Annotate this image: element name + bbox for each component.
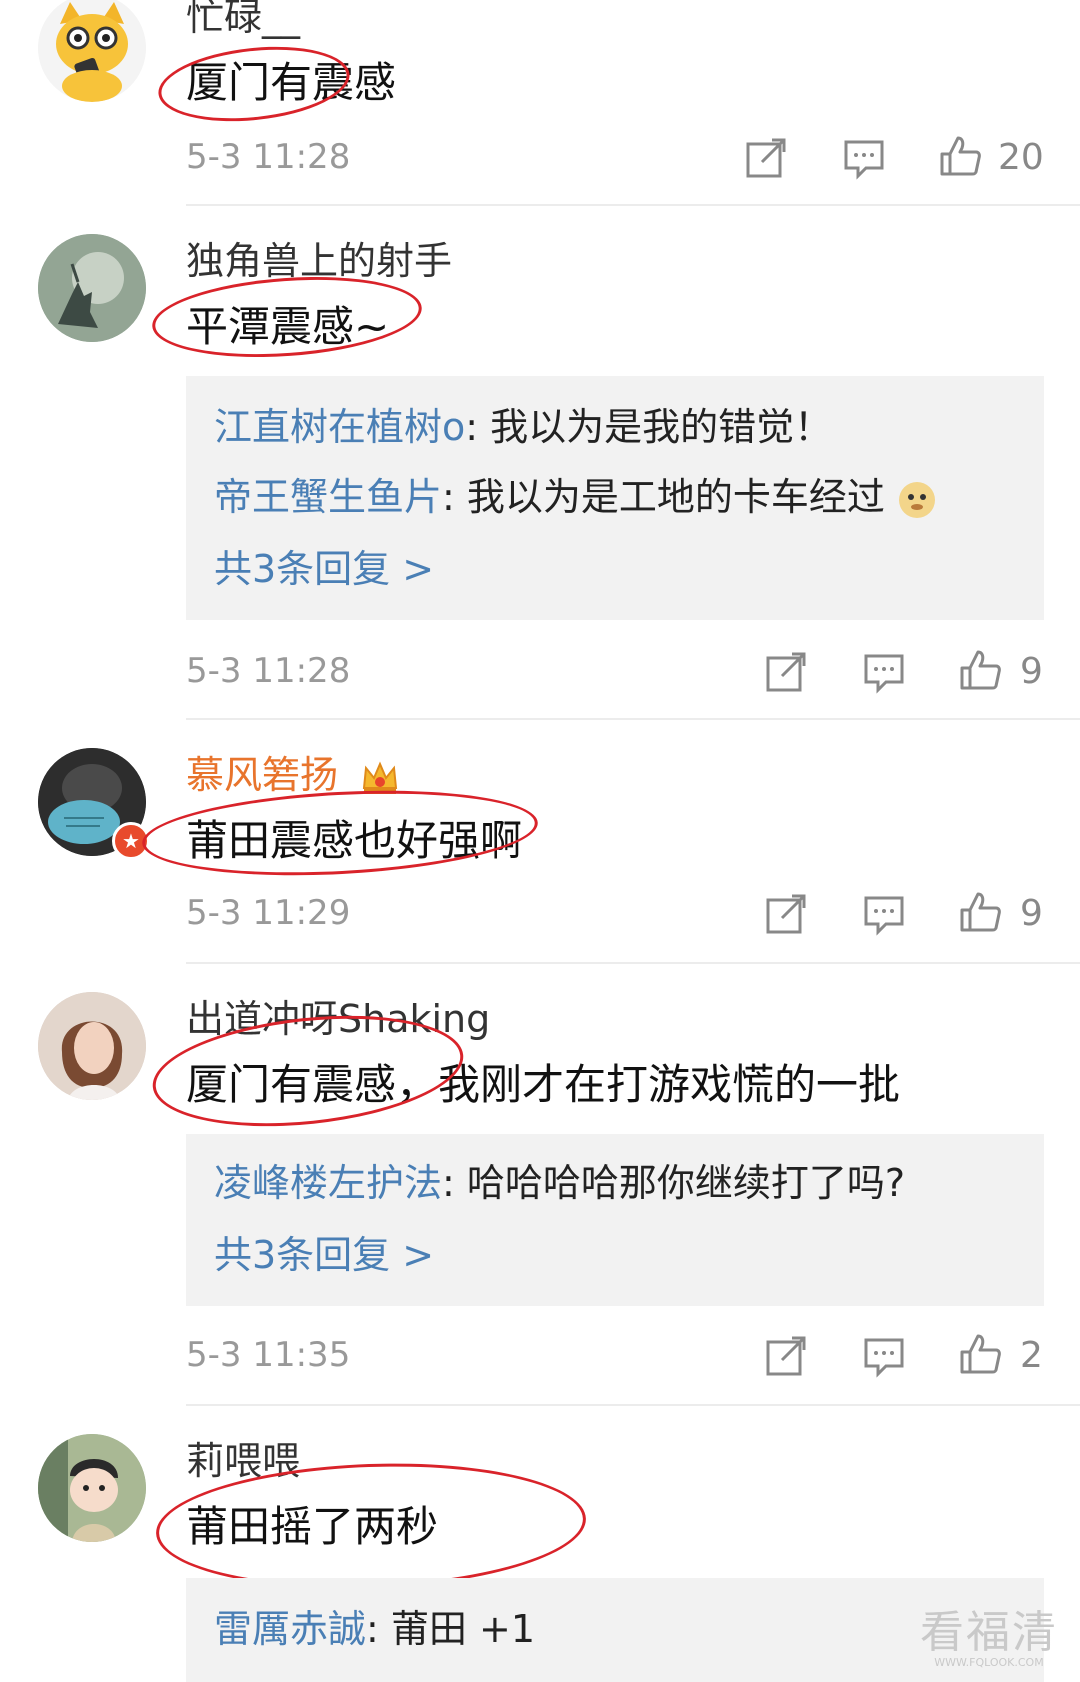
comment-text: 莆田摇了两秒 — [186, 1502, 439, 1551]
comment-text: 厦门有震感 — [186, 58, 397, 107]
thumbs-up-icon — [960, 650, 1001, 690]
comment-icon — [864, 896, 904, 936]
reply-box: 江直树在植树o: 我以为是我的错觉！ 帝王蟹生鱼片: 我以为是工地的卡车经过 共… — [186, 376, 1044, 620]
share-icon — [766, 652, 806, 692]
comment-button[interactable] — [842, 136, 886, 180]
verified-badge-icon: ★ — [112, 822, 150, 860]
comment-button[interactable] — [862, 892, 906, 936]
reply-username[interactable]: 凌峰楼左护法 — [214, 1161, 442, 1205]
reply-box: 凌峰楼左护法: 哈哈哈哈那你继续打了吗? 共3条回复 > — [186, 1134, 1044, 1306]
divider — [186, 1404, 1080, 1406]
doge-emoji-icon — [899, 481, 935, 518]
share-icon — [766, 894, 806, 934]
child-avatar-icon — [38, 1434, 146, 1542]
comment-icon — [864, 654, 904, 694]
like-count: 20 — [998, 137, 1044, 178]
comment-text: 莆田震感也好强啊 — [186, 816, 523, 865]
share-button[interactable] — [764, 1334, 808, 1378]
watermark-url: WWW.FQLOOK.COM — [934, 1655, 1044, 1669]
thumbs-up-icon — [940, 136, 981, 176]
share-button[interactable] — [744, 136, 788, 180]
reply-item: 帝王蟹生鱼片: 我以为是工地的卡车经过 — [214, 478, 937, 520]
timestamp: 5-3 11:28 — [186, 651, 351, 691]
comment-button[interactable] — [862, 650, 906, 694]
reply-username[interactable]: 江直树在植树o — [214, 405, 465, 449]
username[interactable]: 忙碌__ — [186, 0, 300, 36]
share-icon — [746, 138, 786, 178]
comment-button[interactable] — [862, 1334, 906, 1378]
comment-icon — [864, 1338, 904, 1378]
reply-username[interactable]: 帝王蟹生鱼片 — [214, 475, 442, 519]
like-button[interactable] — [958, 890, 1002, 934]
like-count: 9 — [1020, 651, 1043, 692]
like-button[interactable] — [958, 648, 1002, 692]
like-count: 2 — [1020, 1335, 1043, 1376]
avatar[interactable] — [38, 992, 146, 1100]
comment-text: 厦门有震感，我刚才在打游戏慌的一批 — [186, 1060, 901, 1109]
username[interactable]: 出道冲呀Shaking — [186, 1000, 490, 1038]
timestamp: 5-3 11:35 — [186, 1335, 351, 1375]
like-button[interactable] — [958, 1332, 1002, 1376]
comment-text: 平潭震感~ — [186, 302, 390, 351]
reply-text: : 我以为是工地的卡车经过 — [442, 475, 885, 519]
crown-icon — [362, 761, 398, 794]
share-button[interactable] — [764, 892, 808, 936]
avatar[interactable] — [38, 1434, 146, 1542]
share-button[interactable] — [764, 650, 808, 694]
thumbs-up-icon — [960, 892, 1001, 932]
view-more-replies[interactable]: 共3条回复 > — [214, 1236, 434, 1274]
share-icon — [766, 1336, 806, 1376]
avatar[interactable] — [38, 234, 146, 342]
view-more-replies[interactable]: 共3条回复 > — [214, 550, 434, 588]
timestamp: 5-3 11:28 — [186, 137, 351, 177]
divider — [186, 718, 1080, 720]
reply-item: 雷厲赤誠: 莆田 +1 — [214, 1610, 535, 1648]
like-button[interactable] — [938, 134, 982, 178]
watermark: 看福清 WWW.FQLOOK.COM — [920, 1606, 1058, 1670]
username[interactable]: 独角兽上的射手 — [186, 242, 452, 280]
reply-item: 江直树在植树o: 我以为是我的错觉！ — [214, 408, 832, 446]
reply-item: 凌峰楼左护法: 哈哈哈哈那你继续打了吗? — [214, 1164, 905, 1202]
cat-avatar-icon — [38, 0, 146, 102]
reply-text: : 莆田 +1 — [366, 1607, 535, 1651]
thumbs-up-icon — [960, 1334, 1001, 1374]
reply-text: : 哈哈哈哈那你继续打了吗? — [442, 1161, 906, 1205]
comment-icon — [844, 140, 884, 180]
reply-box: 雷厲赤誠: 莆田 +1 — [186, 1578, 1044, 1682]
username[interactable]: 莉喂喂 — [186, 1442, 300, 1480]
avatar[interactable] — [38, 0, 146, 102]
reply-text: : 我以为是我的错觉！ — [465, 405, 833, 449]
reply-username[interactable]: 雷厲赤誠 — [214, 1607, 366, 1651]
watermark-title: 看福清 — [920, 1606, 1058, 1658]
woman-avatar-icon — [38, 992, 146, 1100]
divider — [186, 962, 1080, 964]
divider — [186, 204, 1080, 206]
username[interactable]: 慕风箬扬 — [186, 756, 338, 794]
like-count: 9 — [1020, 893, 1043, 934]
timestamp: 5-3 11:29 — [186, 893, 351, 933]
unicorn-avatar-icon — [38, 234, 146, 342]
